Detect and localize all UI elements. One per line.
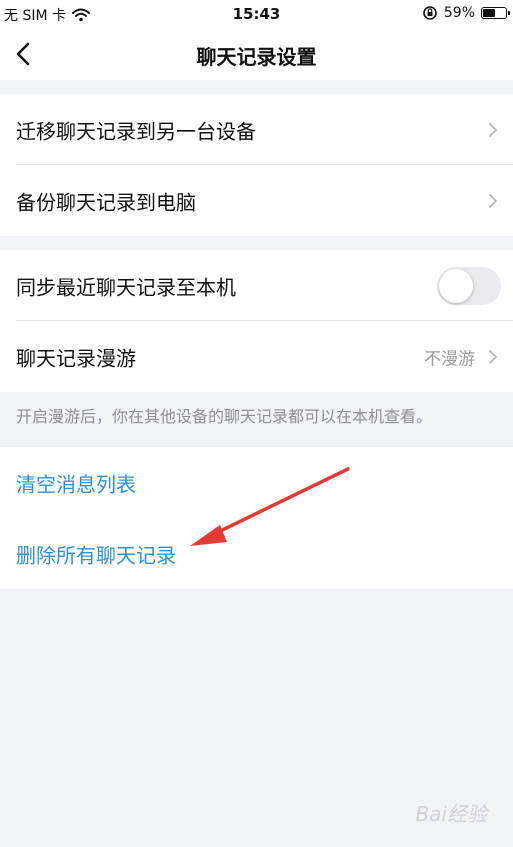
sync-recent-label: 同步最近聊天记录至本机 (16, 275, 236, 299)
chevron-right-icon (489, 122, 497, 137)
actions-group: 清空消息列表 删除所有聊天记录 (0, 447, 513, 589)
battery-icon (481, 7, 510, 19)
sync-toggle[interactable] (437, 266, 501, 305)
battery-fill (483, 9, 495, 17)
toggle-knob (439, 268, 473, 303)
clear-message-list-button[interactable]: 清空消息列表 (16, 468, 136, 497)
chevron-right-icon (489, 349, 497, 364)
clear-message-list-row[interactable]: 清空消息列表 (0, 447, 513, 518)
watermark: Bai经验 (415, 802, 487, 826)
nav-bar: 聊天记录设置 (0, 28, 513, 80)
sync-recent-row: 同步最近聊天记录至本机 (0, 250, 513, 321)
migrate-chat-label: 迁移聊天记录到另一台设备 (16, 119, 256, 143)
migration-group: 迁移聊天记录到另一台设备 备份聊天记录到电脑 (0, 94, 513, 236)
chat-roaming-label: 聊天记录漫游 (16, 346, 136, 370)
delete-all-chat-button[interactable]: 删除所有聊天记录 (16, 539, 176, 568)
migrate-chat-row[interactable]: 迁移聊天记录到另一台设备 (0, 94, 513, 165)
roaming-value: 不漫游 (424, 349, 475, 369)
orientation-lock-icon (423, 6, 437, 20)
status-bar: 无 SIM 卡 15:43 59% (0, 0, 513, 28)
chevron-right-icon (489, 193, 497, 208)
battery-percent: 59% (443, 5, 475, 21)
status-right: 59% (422, 5, 510, 21)
backup-chat-row[interactable]: 备份聊天记录到电脑 (0, 165, 513, 236)
page-title: 聊天记录设置 (196, 45, 317, 69)
delete-all-chat-row[interactable]: 删除所有聊天记录 (0, 518, 513, 589)
sync-group: 同步最近聊天记录至本机 聊天记录漫游 不漫游 (0, 250, 513, 392)
backup-chat-label: 备份聊天记录到电脑 (16, 190, 196, 214)
roaming-hint: 开启漫游后，你在其他设备的聊天记录都可以在本机查看。 (16, 407, 433, 426)
chat-roaming-row[interactable]: 聊天记录漫游 不漫游 (0, 321, 513, 392)
